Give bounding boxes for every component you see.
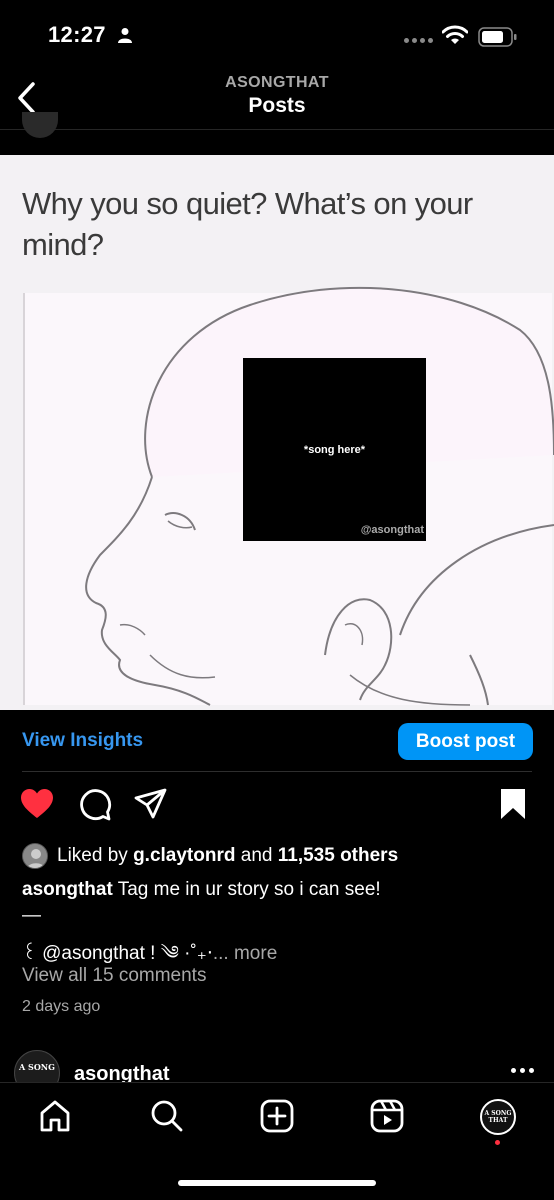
divider xyxy=(22,771,532,772)
next-post-header: A SONG asongthat xyxy=(0,1050,554,1096)
status-bar: 12:27 xyxy=(0,0,554,70)
song-placeholder-box: *song here* @asongthat xyxy=(243,358,426,541)
avatar-text: A SONG xyxy=(19,1062,55,1072)
wifi-icon xyxy=(441,25,469,50)
liker-username[interactable]: g.claytonrd xyxy=(133,845,235,867)
image-watermark: @asongthat xyxy=(360,524,424,536)
person-icon xyxy=(117,27,133,48)
song-placeholder-text: *song here* xyxy=(303,444,366,456)
post-timestamp: 2 days ago xyxy=(22,998,101,1015)
battery-icon xyxy=(478,27,518,52)
signal-icon xyxy=(404,38,433,43)
home-icon[interactable] xyxy=(38,1099,72,1138)
heart-icon[interactable] xyxy=(20,788,54,825)
profile-avatar-text: A SONG THAT xyxy=(484,1110,512,1124)
boost-post-button[interactable]: Boost post xyxy=(398,723,533,760)
post-image[interactable]: Why you so quiet? What’s on your mind? *… xyxy=(0,155,554,710)
search-icon[interactable] xyxy=(150,1099,184,1138)
profile-avatar[interactable]: A SONG THAT xyxy=(480,1099,516,1135)
likes-connector: and xyxy=(240,845,273,866)
home-indicator[interactable] xyxy=(178,1180,376,1186)
caption-dash: — xyxy=(22,905,41,926)
page-title: Posts xyxy=(248,94,306,117)
header-username: ASONGTHAT xyxy=(225,74,329,91)
share-icon[interactable] xyxy=(134,788,168,825)
bookmark-icon[interactable] xyxy=(500,788,526,825)
create-icon[interactable] xyxy=(260,1099,294,1138)
posts-header: ASONGTHAT Posts xyxy=(0,70,554,130)
previous-post-avatar[interactable] xyxy=(22,112,58,138)
meme-caption: Why you so quiet? What’s on your mind? xyxy=(22,186,473,262)
status-time: 12:27 xyxy=(48,22,106,47)
notification-dot xyxy=(495,1140,500,1145)
post-caption: asongthat Tag me in ur story so i can se… xyxy=(22,879,381,901)
insights-row: View Insights Boost post xyxy=(0,710,554,772)
comment-icon[interactable] xyxy=(78,788,112,827)
caption-line2: ꒰ @asongthat ! ༄ ·˚₊‧ xyxy=(22,943,213,964)
caption-more-link[interactable]: ... more xyxy=(213,943,277,964)
likes-summary[interactable]: Liked by g.claytonrd and 11,535 others xyxy=(22,843,398,869)
reels-icon[interactable] xyxy=(370,1099,404,1138)
view-comments-link[interactable]: View all 15 comments xyxy=(22,965,206,987)
caption-text: Tag me in ur story so i can see! xyxy=(117,879,381,900)
likes-prefix: Liked by xyxy=(57,845,128,866)
liker-avatar xyxy=(22,843,48,869)
view-insights-link[interactable]: View Insights xyxy=(22,730,143,752)
more-options-icon[interactable] xyxy=(511,1068,534,1073)
likes-others[interactable]: 11,535 others xyxy=(278,845,398,867)
caption-username[interactable]: asongthat xyxy=(22,879,113,900)
post-action-bar xyxy=(0,788,554,828)
